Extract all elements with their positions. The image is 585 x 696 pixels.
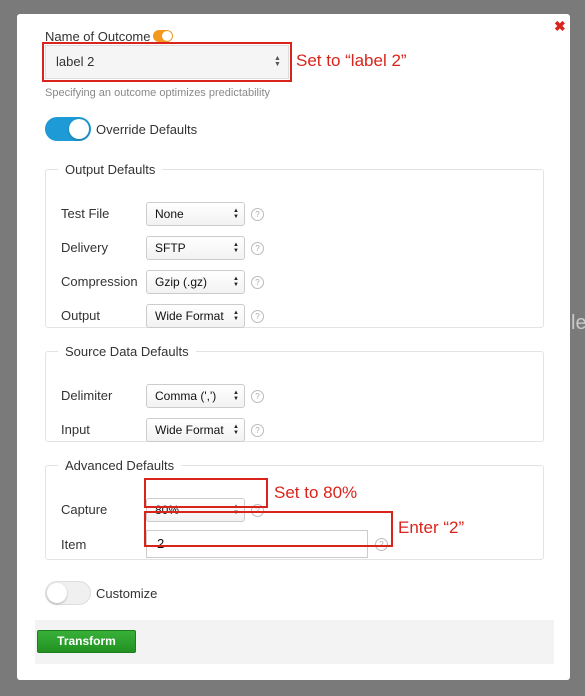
help-icon[interactable]: ? [251, 242, 264, 255]
outcome-toggle[interactable] [153, 30, 173, 42]
input-row: Input Wide Format ▲ ▼ ? [61, 418, 531, 442]
item-label: Item [61, 537, 87, 552]
test-file-select[interactable]: None ▲ ▼ [146, 202, 245, 226]
output-select[interactable]: Wide Format ▲ ▼ [146, 304, 245, 328]
compression-select[interactable]: Gzip (.gz) ▲ ▼ [146, 270, 245, 294]
test-file-value: None [155, 207, 184, 221]
input-label: Input [61, 422, 90, 437]
help-icon[interactable]: ? [251, 276, 264, 289]
transform-button[interactable]: Transform [37, 630, 136, 653]
output-value: Wide Format [155, 309, 224, 323]
annotation-box-item [144, 511, 393, 547]
outcome-hint: Specifying an outcome optimizes predicta… [45, 87, 271, 99]
close-icon[interactable]: ✖ [554, 18, 566, 35]
output-row: Output Wide Format ▲ ▼ ? [61, 304, 531, 328]
test-file-row: Test File None ▲ ▼ ? [61, 202, 531, 226]
help-icon[interactable]: ? [251, 310, 264, 323]
advanced-defaults-title: Advanced Defaults [65, 458, 175, 473]
test-file-label: Test File [61, 206, 110, 221]
delimiter-select[interactable]: Comma (',') ▲ ▼ [146, 384, 245, 408]
select-arrows-icon: ▲ ▼ [233, 424, 239, 436]
output-defaults-group: Output Defaults Test File None ▲ ▼ ? Deliv… [45, 162, 544, 328]
modal-footer: Transform [35, 620, 554, 664]
override-defaults-label: Override Defaults [96, 122, 198, 137]
help-icon[interactable]: ? [251, 390, 264, 403]
annotation-outcome: Set to “label 2” [296, 51, 407, 70]
annotation-item: Enter “2” [398, 518, 465, 537]
annotation-capture: Set to 80% [274, 483, 358, 502]
output-defaults-title: Output Defaults [65, 162, 156, 177]
outcome-modal: ✖ Name of Outcome label 2 ▲ ▼ Set to “lab… [17, 14, 570, 680]
select-arrows-icon: ▲ ▼ [233, 310, 239, 322]
source-data-defaults-title: Source Data Defaults [65, 344, 189, 359]
customize-label: Customize [96, 586, 158, 601]
background-partial-text: le [571, 312, 585, 334]
delimiter-label: Delimiter [61, 388, 113, 403]
delivery-row: Delivery SFTP ▲ ▼ ? [61, 236, 531, 260]
delivery-select[interactable]: SFTP ▲ ▼ [146, 236, 245, 260]
source-data-defaults-group: Source Data Defaults Delimiter Comma (',… [45, 344, 544, 442]
capture-label: Capture [61, 502, 108, 517]
compression-label: Compression [61, 274, 138, 289]
help-icon[interactable]: ? [251, 208, 264, 221]
select-arrows-icon: ▲ ▼ [233, 242, 239, 254]
annotation-box-outcome [42, 42, 292, 82]
compression-value: Gzip (.gz) [155, 275, 208, 289]
customize-toggle[interactable] [45, 581, 91, 605]
input-value: Wide Format [155, 423, 224, 437]
select-arrows-icon: ▲ ▼ [233, 390, 239, 402]
annotation-box-capture [144, 478, 268, 508]
toggle-knob [162, 31, 172, 41]
delimiter-row: Delimiter Comma (',') ▲ ▼ ? [61, 384, 531, 408]
select-arrows-icon: ▲ ▼ [233, 276, 239, 288]
output-label: Output [61, 308, 101, 323]
select-arrows-icon: ▲ ▼ [233, 208, 239, 220]
toggle-knob [69, 119, 89, 139]
delivery-value: SFTP [155, 241, 186, 255]
input-select[interactable]: Wide Format ▲ ▼ [146, 418, 245, 442]
delivery-label: Delivery [61, 240, 108, 255]
delimiter-value: Comma (',') [155, 389, 217, 403]
help-icon[interactable]: ? [251, 424, 264, 437]
compression-row: Compression Gzip (.gz) ▲ ▼ ? [61, 270, 531, 294]
toggle-knob [47, 583, 67, 603]
override-defaults-toggle[interactable] [45, 117, 91, 141]
